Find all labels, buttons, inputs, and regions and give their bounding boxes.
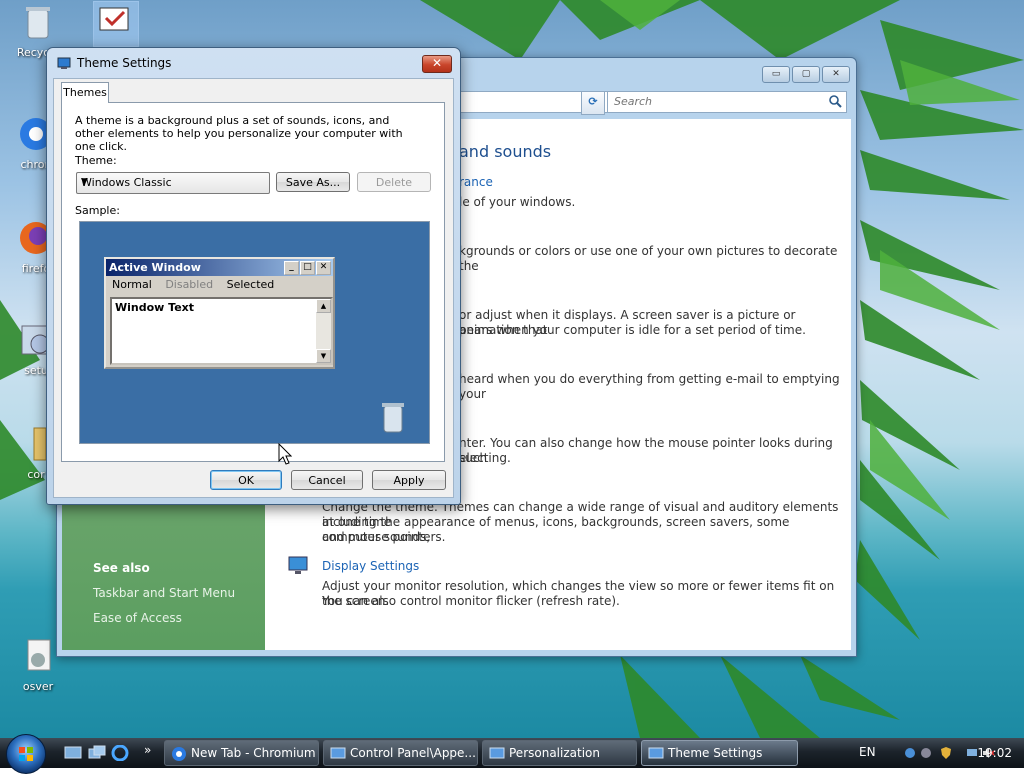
sample-text-area: Window Text ▲ ▼ [110,297,333,365]
close-icon: ✕ [316,261,331,275]
display-settings-icon [99,7,129,31]
desktop: Recycle chron firefo setu cor osver ▭ ▢ … [0,0,1024,738]
see-also-heading: See also [93,561,150,575]
dialog-body: Themes A theme is a background plus a se… [53,78,454,498]
see-also-panel: See also Taskbar and Start Menu Ease of … [62,503,265,650]
search-input[interactable] [608,92,814,110]
clock[interactable]: 19:02 [977,746,1012,760]
internet-explorer-icon[interactable] [111,745,129,761]
taskbar-item-chromium[interactable]: New Tab - Chromium [164,740,319,766]
maximize-button[interactable]: ▢ [792,66,820,83]
chevron-down-icon[interactable]: ▼ [81,177,264,187]
sample-label: Sample: [75,204,120,217]
settings-file-icon [18,636,58,676]
minimize-icon: _ [284,261,299,275]
sample-window-text: Window Text [115,301,195,314]
item-desc: nter. You can also change how the mouse … [459,436,833,465]
theme-settings-icon [57,57,71,69]
taskbar-item-label: New Tab - Chromium [191,746,316,760]
control-panel-icon [330,747,346,759]
desktop-icon-selected[interactable] [93,1,139,47]
cancel-button[interactable]: Cancel [291,470,363,490]
start-button[interactable] [6,734,46,774]
sample-menu-bar: Normal Disabled Selected [106,276,333,293]
link-ease-of-access[interactable]: Ease of Access [93,611,182,625]
close-button[interactable]: ✕ [822,66,850,83]
language-indicator[interactable]: EN [859,745,876,759]
minimize-button[interactable]: ▭ [762,66,790,83]
item-desc: kgrounds or colors or use one of your ow… [459,244,838,273]
search-box[interactable] [607,91,847,113]
item-desc: and mouse pointers. [322,530,446,544]
mouse-cursor-icon [278,443,292,465]
theme-description: A theme is a background plus a set of so… [75,114,403,153]
windows-logo-icon [19,747,33,761]
save-as-button[interactable]: Save As... [276,172,350,192]
theme-settings-icon [648,747,664,759]
switch-windows-icon[interactable] [88,745,106,761]
sample-caption: Active Window _ □ ✕ [106,259,333,276]
taskbar: » New Tab - Chromium Control Panel\Appe.… [0,734,1024,774]
taskbar-item-theme-settings[interactable]: Theme Settings [641,740,798,766]
theme-label: Theme: [75,154,117,167]
quick-launch-chevron[interactable]: » [144,743,151,757]
chromium-icon [172,747,186,761]
themes-tab-page: A theme is a background plus a set of so… [61,102,445,462]
link-taskbar-start-menu[interactable]: Taskbar and Start Menu [93,586,235,600]
theme-sample-preview: Active Window _ □ ✕ Normal Disabled Sele… [79,221,430,444]
sample-menu-disabled: Disabled [165,278,214,291]
item-desc: heard when you do everything from gettin… [459,372,840,401]
sample-scrollbar: ▲ ▼ [316,299,331,363]
apply-button[interactable]: Apply [372,470,446,490]
network-icon[interactable] [903,746,917,760]
link-window-color[interactable]: rance [459,175,493,190]
taskbar-item-control-panel[interactable]: Control Panel\Appe... [323,740,478,766]
tab-themes[interactable]: Themes [61,82,109,103]
item-desc: You can also control monitor flicker (re… [322,594,620,608]
sample-recycle-bin-icon [382,403,404,433]
recycle-bin-icon [18,2,58,42]
show-desktop-icon[interactable] [64,745,82,761]
delete-button[interactable]: Delete [357,172,431,192]
scroll-up-icon: ▲ [316,299,331,313]
sample-menu-normal: Normal [112,278,152,291]
personalization-icon [489,747,505,759]
item-desc: electing. [459,451,511,465]
theme-settings-dialog: Theme Settings ✕ Themes A theme is a bac… [46,47,461,505]
page-title: and sounds [459,142,552,161]
display-icon [288,556,308,574]
theme-select[interactable]: Windows Classic ▼ [76,172,270,194]
ok-button[interactable]: OK [210,470,282,490]
desktop-icon-label: osver [22,680,54,693]
security-shield-icon[interactable] [939,746,953,760]
taskbar-item-personalization[interactable]: Personalization [482,740,637,766]
sample-menu-selected: Selected [226,278,275,291]
taskbar-item-label: Control Panel\Appe... [350,746,476,760]
system-tray: EN 19:02 [859,738,1024,768]
steam-icon[interactable] [919,746,933,760]
maximize-icon: □ [300,261,315,275]
sample-window-title: Active Window [109,261,201,274]
scroll-down-icon: ▼ [316,349,331,363]
item-desc: pears when your computer is idle for a s… [459,323,806,337]
window-controls: ▭ ▢ ✕ [762,66,850,83]
taskbar-item-label: Personalization [509,746,600,760]
dialog-close-button[interactable]: ✕ [422,55,452,73]
sample-active-window: Active Window _ □ ✕ Normal Disabled Sele… [104,257,335,369]
refresh-icon: ⟳ [588,95,598,108]
refresh-button[interactable]: ⟳ [581,91,605,115]
link-display-settings[interactable]: Display Settings [322,559,419,574]
search-icon[interactable] [828,94,842,108]
taskbar-item-label: Theme Settings [668,746,763,760]
item-desc: le of your windows. [459,195,576,209]
dialog-title: Theme Settings [77,56,172,70]
